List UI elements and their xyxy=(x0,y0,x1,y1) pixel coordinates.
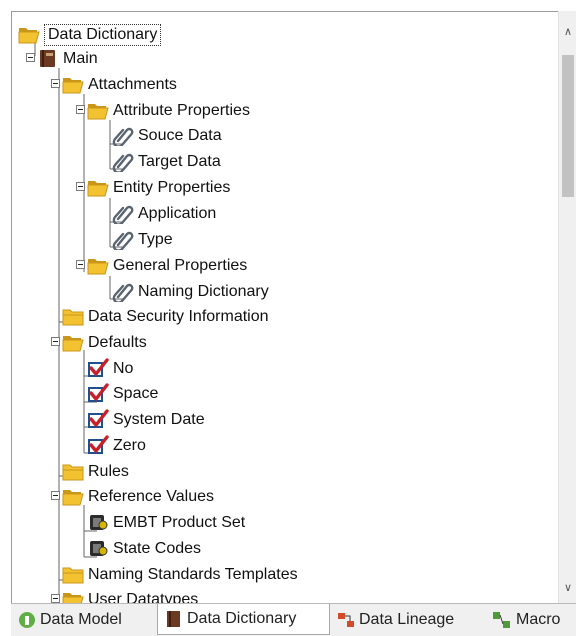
folder-open-icon xyxy=(61,588,85,604)
paperclip-icon xyxy=(111,202,135,226)
book-icon xyxy=(164,609,187,629)
data-lineage-icon xyxy=(336,610,359,630)
tab-label: Data Model xyxy=(40,611,122,628)
tree-node[interactable]: Type xyxy=(12,228,559,252)
collapse-toggle-icon[interactable] xyxy=(51,79,60,88)
tree-node[interactable]: Naming Dictionary xyxy=(12,280,559,304)
tree-node-label: EMBT Product Set xyxy=(113,514,246,531)
tree-node-label: Reference Values xyxy=(88,488,214,505)
reference-values-icon xyxy=(86,537,110,559)
tab-data-lineage[interactable]: Data Lineage xyxy=(330,606,485,634)
data-model-icon xyxy=(17,610,40,630)
scroll-down-arrow-icon[interactable]: ∨ xyxy=(559,579,576,597)
macro-icon xyxy=(491,610,516,630)
tree-node[interactable]: System Date xyxy=(12,408,559,432)
tree-node-label: Attribute Properties xyxy=(113,102,250,119)
tree-node[interactable]: Attribute Properties xyxy=(12,99,559,123)
tree-node[interactable]: Entity Properties xyxy=(12,176,559,200)
tree-node[interactable]: User Datatypes xyxy=(12,588,559,604)
tree-node-label: System Date xyxy=(113,411,205,428)
folder-closed-icon xyxy=(61,460,85,482)
tree-node[interactable]: Application xyxy=(12,202,559,226)
checkmark-icon xyxy=(86,408,110,430)
scrollbar-thumb[interactable] xyxy=(562,55,574,197)
tab-label: Macro xyxy=(516,611,561,628)
tree-node-label: Zero xyxy=(113,437,146,454)
paperclip-icon xyxy=(111,124,135,148)
tree-canvas: Data Dictionary Main Attachments Attribu… xyxy=(12,12,559,604)
book-icon xyxy=(36,47,60,69)
tree-node[interactable]: General Properties xyxy=(12,254,559,278)
scroll-up-arrow-icon[interactable]: ∧ xyxy=(559,23,576,41)
tree-node-label: Naming Standards Templates xyxy=(88,566,298,583)
collapse-toggle-icon[interactable] xyxy=(76,182,85,191)
folder-closed-icon xyxy=(61,305,85,327)
tree-node[interactable]: Attachments xyxy=(12,73,559,97)
collapse-toggle-icon[interactable] xyxy=(51,594,60,603)
tree-node[interactable]: Data Dictionary xyxy=(12,23,559,47)
tree-node-label: Data Dictionary xyxy=(44,24,162,46)
tree-node[interactable]: Reference Values xyxy=(12,485,559,509)
tree-node[interactable]: Space xyxy=(12,382,559,406)
tree-node[interactable]: Rules xyxy=(12,460,559,484)
tree-node[interactable]: Main xyxy=(12,47,559,71)
folder-closed-icon xyxy=(61,563,85,585)
data-dictionary-tree[interactable]: Data Dictionary Main Attachments Attribu… xyxy=(11,11,559,604)
checkmark-icon xyxy=(86,382,110,404)
paperclip-icon xyxy=(111,228,135,252)
folder-open-icon xyxy=(86,99,110,121)
paperclip-icon xyxy=(111,280,135,304)
folder-open-icon xyxy=(61,485,85,507)
tree-node[interactable]: Data Security Information xyxy=(12,305,559,329)
tree-node-label: State Codes xyxy=(113,540,202,557)
tree-node-label: Naming Dictionary xyxy=(138,283,269,300)
vertical-scrollbar[interactable]: ∧ ∨ xyxy=(558,11,576,603)
tree-node[interactable]: State Codes xyxy=(12,537,559,561)
folder-open-icon xyxy=(61,331,85,353)
tree-node[interactable]: Zero xyxy=(12,434,559,458)
checkmark-icon xyxy=(86,434,110,456)
tree-node-label: Target Data xyxy=(138,153,221,170)
folder-open-icon xyxy=(61,73,85,95)
collapse-toggle-icon[interactable] xyxy=(76,105,85,114)
tab-label: Data Dictionary xyxy=(187,610,297,627)
tree-node[interactable]: Target Data xyxy=(12,150,559,174)
tree-node-label: Rules xyxy=(88,463,129,480)
checkmark-icon xyxy=(86,357,110,379)
bottom-tab-bar: Data Model Data Dictionary Data Lineage Mac… xyxy=(11,603,576,636)
tree-node[interactable]: Naming Standards Templates xyxy=(12,563,559,587)
tree-node-label: Space xyxy=(113,385,159,402)
tree-node[interactable]: No xyxy=(12,357,559,381)
tree-node[interactable]: EMBT Product Set xyxy=(12,511,559,535)
tree-node-label: Entity Properties xyxy=(113,179,231,196)
collapse-toggle-icon[interactable] xyxy=(51,337,60,346)
tree-node-label: General Properties xyxy=(113,257,248,274)
tree-node-label: Souce Data xyxy=(138,127,222,144)
tree-node-label: Type xyxy=(138,231,173,248)
tree-node[interactable]: Defaults xyxy=(12,331,559,355)
tree-node-label: Attachments xyxy=(88,76,177,93)
tree-node-label: Main xyxy=(63,50,98,67)
tab-data-model[interactable]: Data Model xyxy=(11,606,157,634)
tab-label: Data Lineage xyxy=(359,611,455,628)
tab-data-dictionary[interactable]: Data Dictionary xyxy=(157,604,330,635)
reference-values-icon xyxy=(86,511,110,533)
tree-node-label: No xyxy=(113,360,134,377)
tree-node-label: Data Security Information xyxy=(88,308,269,325)
tree-node-label: Defaults xyxy=(88,334,147,351)
collapse-toggle-icon[interactable] xyxy=(26,53,35,62)
tab-macro[interactable]: Macro xyxy=(485,606,576,634)
paperclip-icon xyxy=(111,150,135,174)
collapse-toggle-icon[interactable] xyxy=(76,260,85,269)
tree-node-label: Application xyxy=(138,205,217,222)
folder-open-icon xyxy=(86,176,110,198)
folder-open-icon xyxy=(86,254,110,276)
collapse-toggle-icon[interactable] xyxy=(51,491,60,500)
folder-open-icon xyxy=(17,23,41,45)
tree-node-label: User Datatypes xyxy=(88,591,199,604)
tree-node[interactable]: Souce Data xyxy=(12,124,559,148)
